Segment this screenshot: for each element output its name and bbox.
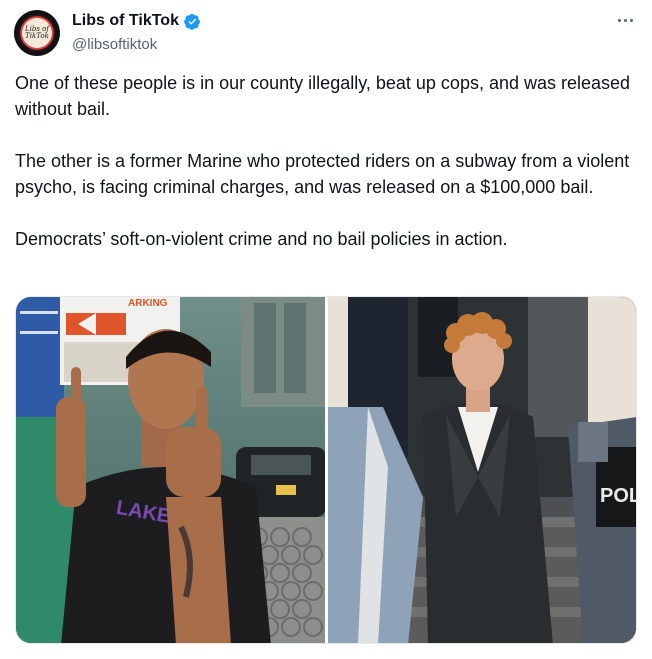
author-display-name[interactable]: Libs of TikTok [72,12,179,30]
verified-badge-icon [184,13,200,30]
avatar-text: Libs of TikTok [25,25,49,40]
parking-sign-text: ARKING [128,298,168,309]
author-handle[interactable]: @libsoftiktok [72,36,157,53]
photo-right-illustration: POL [328,297,636,643]
media-photo-right[interactable]: POL [328,297,636,643]
media-photo-left[interactable]: ARKING LAKERS [16,297,325,643]
tweet-paragraph-1: One of these people is in our county ill… [15,73,631,119]
tweet-media: ARKING LAKERS PO [15,296,637,644]
avatar-logo: Libs of TikTok [18,14,56,52]
tweet-paragraph-3: Democrats’ soft-on-violent crime and no … [15,229,508,249]
tweet-paragraph-2: The other is a former Marine who protect… [15,151,630,197]
photo-left-illustration: ARKING LAKERS [16,297,325,643]
avatar[interactable]: Libs of TikTok [14,10,60,56]
more-options-icon[interactable] [614,12,636,28]
tweet-card[interactable]: Libs of TikTok Libs of TikTok @libsoftik… [0,0,652,659]
author-name-row: Libs of TikTok [72,12,201,30]
tweet-text: One of these people is in our county ill… [15,70,635,278]
police-vest-text: POL [600,485,636,507]
